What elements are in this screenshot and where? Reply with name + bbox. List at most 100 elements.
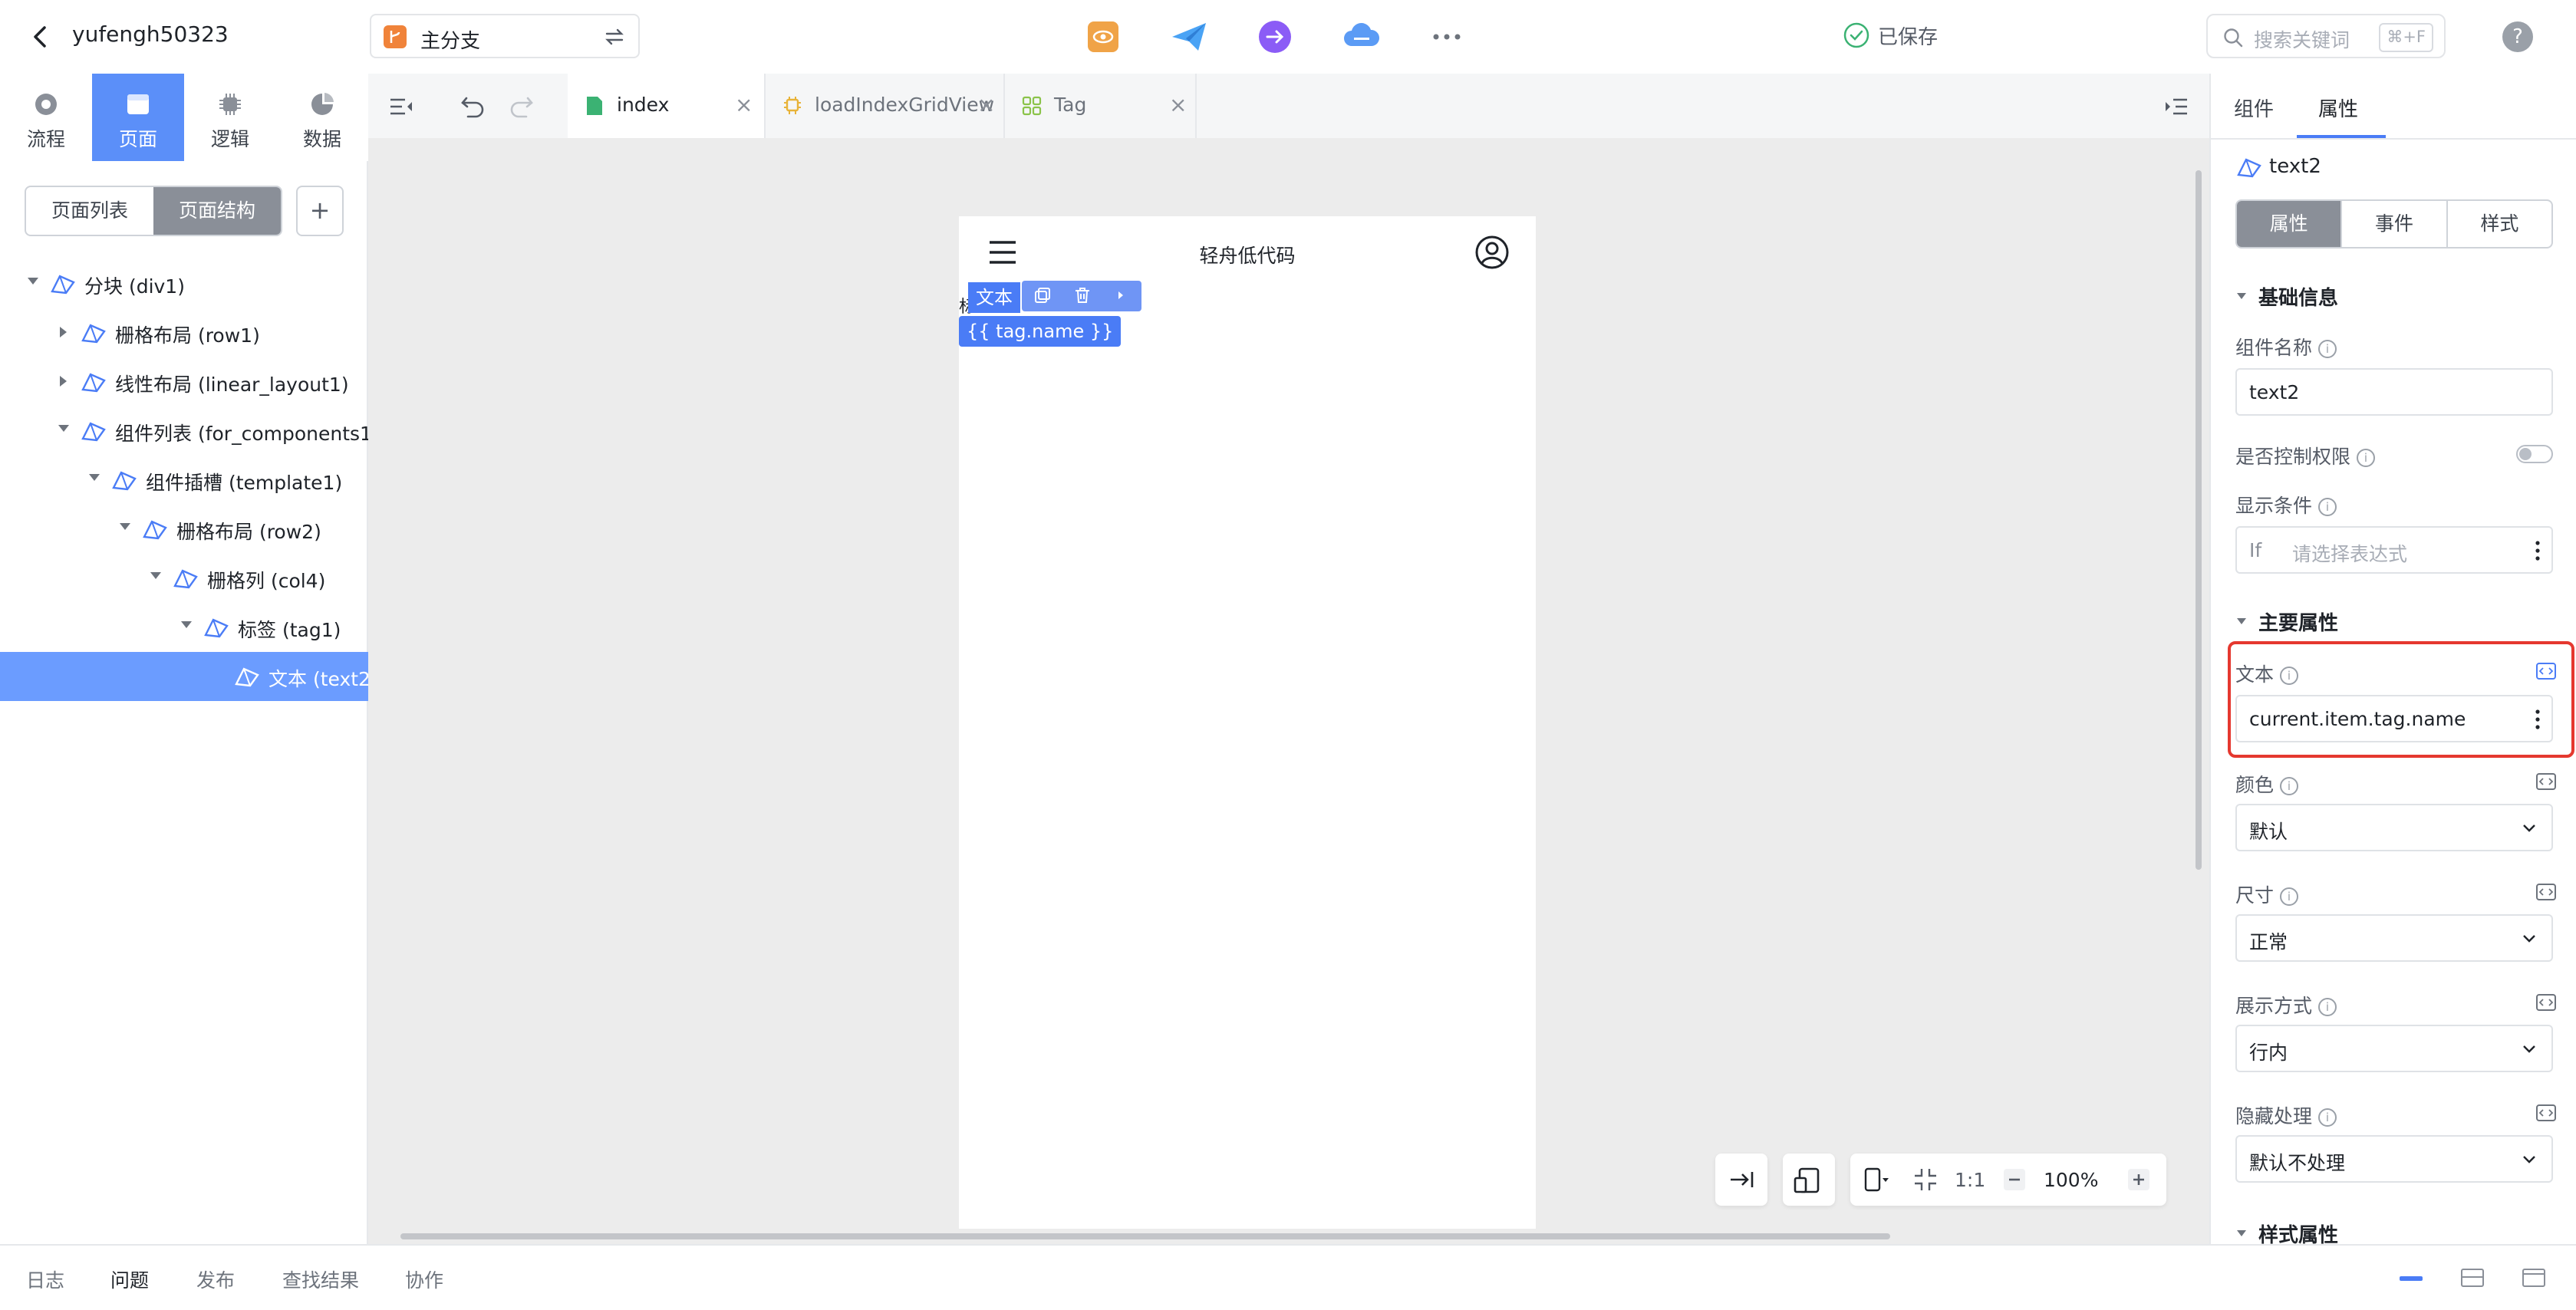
canvas-horizontal-scrollbar[interactable]: [400, 1233, 1890, 1239]
display-condition-field[interactable]: If 请选择表达式: [2235, 526, 2553, 574]
tab-index[interactable]: index ×: [568, 74, 766, 138]
back-arrow-icon[interactable]: [28, 20, 55, 54]
publish-plane-icon[interactable]: [1169, 17, 1209, 57]
help-icon[interactable]: ?: [2502, 21, 2533, 52]
close-icon[interactable]: ×: [1169, 92, 1187, 117]
export-icon[interactable]: [1255, 17, 1295, 57]
nav-flow[interactable]: 流程: [0, 74, 92, 161]
code-binding-icon[interactable]: [2536, 773, 2556, 790]
expand-arrow-icon[interactable]: [89, 474, 100, 481]
fit-right-icon[interactable]: [1715, 1154, 1767, 1206]
layout-split-icon[interactable]: [2461, 1269, 2484, 1287]
copy-icon[interactable]: [1033, 285, 1052, 305]
swap-icon[interactable]: [603, 25, 626, 48]
display-mode-select[interactable]: 行内: [2235, 1025, 2553, 1072]
nav-page[interactable]: 页面: [92, 74, 184, 161]
canvas-vertical-scrollbar[interactable]: [2196, 170, 2202, 870]
nav-data[interactable]: 数据: [276, 74, 368, 161]
close-icon[interactable]: ×: [977, 92, 995, 117]
layout-bottom-icon[interactable]: [2400, 1276, 2423, 1281]
section-collapse-arrow-icon[interactable]: [2237, 618, 2246, 624]
bottom-tab-log[interactable]: 日志: [26, 1266, 64, 1293]
tree-node-label: 文本 (text2): [268, 668, 378, 690]
tab-components[interactable]: 组件: [2234, 94, 2274, 122]
bottom-tab-publish[interactable]: 发布: [196, 1266, 235, 1293]
expand-panel-icon[interactable]: [2162, 92, 2191, 121]
bottom-tab-search-results[interactable]: 查找结果: [282, 1266, 359, 1293]
user-avatar-icon[interactable]: [1474, 235, 1510, 270]
undo-icon[interactable]: [459, 92, 488, 121]
saved-check-icon: [1843, 21, 1870, 49]
component-icon: [81, 324, 106, 344]
bottom-tab-collaboration[interactable]: 协作: [405, 1266, 443, 1293]
hidden-handling-select[interactable]: 默认不处理: [2235, 1135, 2553, 1183]
more-arrow-icon[interactable]: [1111, 285, 1131, 305]
bottom-tab-problems[interactable]: 问题: [110, 1266, 149, 1293]
segment-properties[interactable]: 属性: [2237, 201, 2341, 247]
code-binding-icon[interactable]: [2536, 884, 2556, 900]
component-name-field[interactable]: text2: [2235, 368, 2553, 416]
expand-arrow-icon[interactable]: [120, 523, 130, 530]
code-binding-icon[interactable]: [2536, 994, 2556, 1011]
expand-arrow-icon[interactable]: [181, 621, 192, 628]
page-list-tab[interactable]: 页面列表: [26, 187, 153, 235]
code-binding-icon[interactable]: [2536, 1104, 2556, 1121]
section-main-props[interactable]: 主要属性: [2258, 607, 2338, 636]
more-options-icon[interactable]: [2535, 537, 2541, 564]
tree-node-col4[interactable]: 栅格列 (col4): [0, 554, 368, 603]
tree-node-row1[interactable]: 栅格布局 (row1): [0, 308, 368, 357]
shrink-icon[interactable]: [1912, 1166, 1939, 1193]
cloud-deploy-icon[interactable]: [1341, 17, 1381, 57]
layout-top-icon[interactable]: [2522, 1269, 2545, 1287]
tab-loadindexgridview[interactable]: loadIndexGridView ×: [766, 74, 1005, 138]
tree-node-for-components1[interactable]: 组件列表 (for_components1): [0, 406, 380, 456]
color-select[interactable]: 默认: [2235, 804, 2553, 851]
nav-logic[interactable]: 逻辑: [184, 74, 276, 161]
size-select[interactable]: 正常: [2235, 914, 2553, 962]
close-icon[interactable]: ×: [735, 92, 753, 117]
tree-node-linear-layout1[interactable]: 线性布局 (linear_layout1): [0, 357, 368, 406]
preview-icon[interactable]: [1083, 17, 1123, 57]
expand-arrow-icon[interactable]: [58, 425, 69, 432]
tree-node-div1[interactable]: 分块 (div1): [0, 259, 368, 308]
grid-file-icon: [1022, 96, 1042, 116]
expand-arrow-icon[interactable]: [28, 278, 38, 285]
tree-node-text2[interactable]: 文本 (text2): [0, 652, 378, 701]
segment-styles[interactable]: 样式: [2446, 201, 2551, 247]
collapse-arrow-icon[interactable]: [60, 376, 67, 387]
tab-properties[interactable]: 属性: [2318, 94, 2358, 122]
text-binding-preview[interactable]: {{ tag.name }}: [959, 316, 1122, 347]
tree-node-row2[interactable]: 栅格布局 (row2): [0, 505, 368, 554]
page-structure-tab[interactable]: 页面结构: [153, 187, 281, 235]
more-icon[interactable]: [1427, 17, 1467, 57]
info-icon: i: [2280, 777, 2299, 795]
actual-size-ratio[interactable]: 1:1: [1955, 1169, 1985, 1191]
display-mode-value: 行内: [2249, 1042, 2288, 1064]
tree-node-tag1[interactable]: 标签 (tag1): [0, 603, 368, 652]
component-icon: [81, 422, 106, 442]
section-basic-info[interactable]: 基础信息: [2258, 282, 2338, 311]
collapse-arrow-icon[interactable]: [60, 327, 67, 337]
tree-node-template1[interactable]: 组件插槽 (template1): [0, 456, 368, 505]
segment-events[interactable]: 事件: [2340, 201, 2446, 247]
expand-arrow-icon[interactable]: [150, 572, 161, 579]
nav-logic-label: 逻辑: [210, 128, 249, 150]
nav-data-label: 数据: [302, 128, 341, 150]
redo-icon[interactable]: [506, 92, 535, 121]
permission-toggle[interactable]: [2516, 445, 2553, 463]
section-style-props[interactable]: 样式属性: [2258, 1219, 2338, 1244]
tab-tag[interactable]: Tag ×: [1005, 74, 1197, 138]
delete-icon[interactable]: [1072, 285, 1092, 305]
device-rotate-icon[interactable]: [1783, 1154, 1835, 1206]
section-collapse-arrow-icon[interactable]: [2237, 293, 2246, 299]
phone-preview[interactable]: 轻舟低代码 标 文本 {{ tag.name }}: [959, 216, 1536, 1229]
branch-selector[interactable]: 主分支: [370, 14, 640, 58]
collapse-sidebar-icon[interactable]: [387, 92, 416, 121]
device-select-icon[interactable]: [1861, 1164, 1892, 1195]
zoom-in-icon[interactable]: [2128, 1169, 2149, 1190]
add-page-button[interactable]: +: [296, 186, 344, 236]
section-collapse-arrow-icon[interactable]: [2237, 1230, 2246, 1236]
zoom-out-icon[interactable]: [2004, 1169, 2025, 1190]
property-category-switch: 属性 事件 样式: [2235, 199, 2553, 249]
search-input[interactable]: 搜索关键词 ⌘+F: [2206, 14, 2446, 58]
